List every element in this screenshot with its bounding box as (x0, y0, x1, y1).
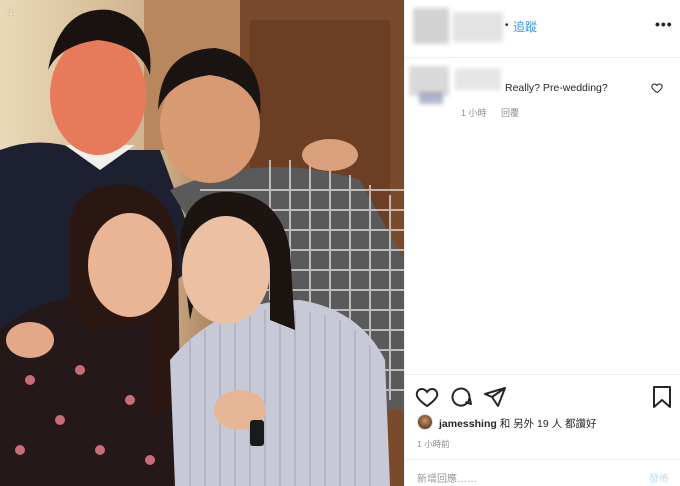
post-photo[interactable]: ↓ (0, 0, 404, 486)
share-icon[interactable] (483, 385, 507, 409)
follow-button[interactable]: 追蹤 (513, 18, 537, 35)
bookmark-icon[interactable] (651, 385, 673, 409)
more-options-icon[interactable]: ••• (655, 16, 673, 32)
blurred-avatar (413, 8, 449, 44)
liker-avatar (417, 414, 433, 430)
blurred-commenter-avatar-small (419, 92, 443, 104)
comment-time: 1 小時 (461, 108, 487, 118)
post-side-panel: • 追蹤 ••• Really? Pre-wedding? 1 小時 回覆 ja… (404, 0, 680, 486)
reply-link[interactable]: 回覆 (501, 108, 519, 118)
comment-like-icon[interactable] (651, 82, 663, 94)
comment-icon[interactable] (449, 385, 473, 409)
comment-text: Really? Pre-wedding? (505, 82, 608, 94)
download-arrow-icon[interactable]: ↓ (4, 4, 18, 18)
add-comment-bar: 新增回應…… 發佈 (405, 459, 680, 486)
group-photo-illustration (0, 0, 404, 486)
blurred-username (453, 12, 503, 42)
post-header: • 追蹤 ••• (405, 0, 680, 58)
post-comment-button[interactable]: 發佈 (649, 470, 669, 485)
likes-count-text: 和 另外 19 人 都讚好 (499, 418, 597, 430)
likes-summary[interactable]: jamesshing 和 另外 19 人 都讚好 (439, 416, 597, 431)
post-time: 1 小時前 (417, 439, 450, 449)
comment-input[interactable]: 新增回應…… (417, 470, 477, 485)
blurred-commenter-name (455, 68, 501, 90)
liker-name[interactable]: jamesshing (439, 418, 497, 430)
separator-dot: • (505, 20, 509, 31)
heart-icon[interactable] (415, 385, 439, 409)
post-actions: jamesshing 和 另外 19 人 都讚好 1 小時前 新增回應…… 發佈 (405, 374, 680, 486)
comment-meta: 1 小時 回覆 (461, 106, 531, 119)
